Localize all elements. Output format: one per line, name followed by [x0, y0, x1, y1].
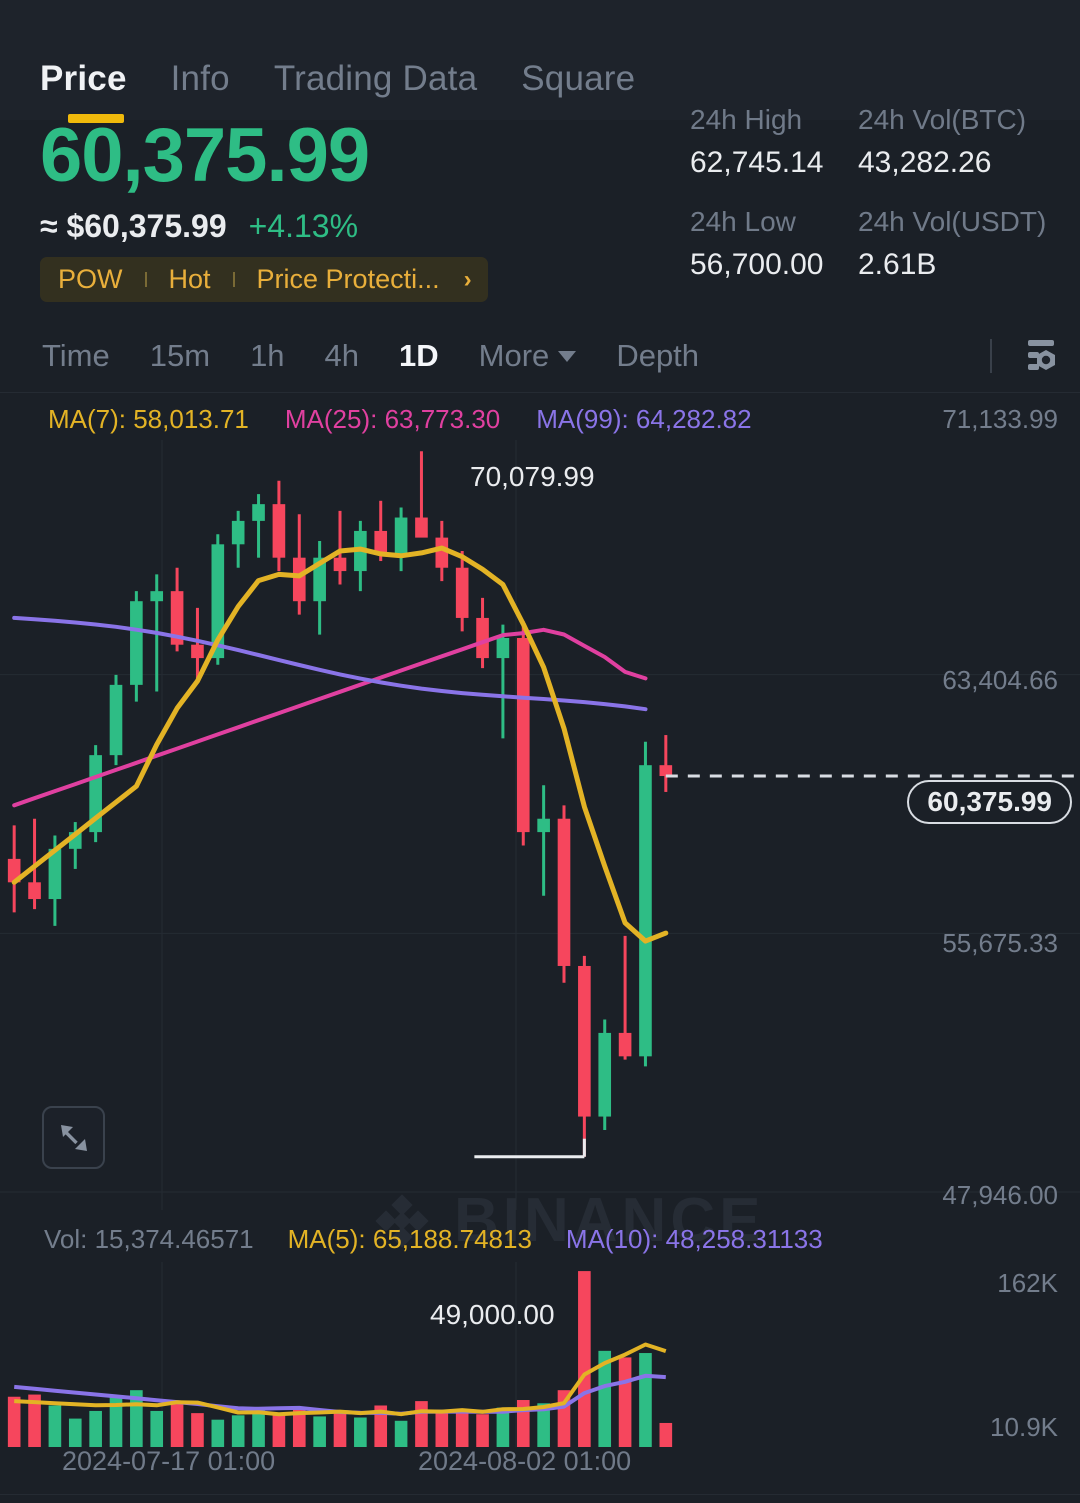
- stat-value: 43,282.26: [858, 146, 992, 179]
- stat-label: 24h High: [690, 104, 803, 135]
- legend-volume: Vol: 15,374.46571: [44, 1223, 254, 1254]
- time-axis: 2024-07-17 01:00 2024-08-02 01:00: [0, 1446, 1080, 1491]
- time-label: 2024-08-02 01:00: [418, 1446, 632, 1476]
- chart-settings-icon[interactable]: [1014, 336, 1058, 376]
- expand-chart-button[interactable]: [42, 1106, 105, 1169]
- status-bar-area: [0, 0, 1080, 38]
- price-chart-svg: [0, 440, 1080, 1210]
- stat-value: 56,700.00: [690, 248, 824, 281]
- legend-ma7: MA(7): 58,013.71: [48, 403, 249, 434]
- volume-axis-label-top: 162K: [997, 1268, 1058, 1298]
- interval-more[interactable]: More: [479, 338, 577, 374]
- tag-separator: [144, 272, 147, 287]
- price-subrow: ≈ $60,375.99 +4.13%: [40, 208, 358, 245]
- interval-bar-right: [990, 320, 1058, 392]
- legend-vol-ma5: MA(5): 65,188.74813: [287, 1223, 532, 1254]
- price-axis-label-3: 55,675.33: [942, 928, 1058, 958]
- interval-15m[interactable]: 15m: [150, 338, 210, 374]
- stat-24h-vol-usdt: 24h Vol(USDT) 2.61B: [858, 206, 1046, 282]
- volume-chart[interactable]: [0, 1262, 1080, 1447]
- active-tab-indicator: [68, 114, 124, 123]
- trading-chart-screen: Price Info Trading Data Square 60,375.99…: [0, 0, 1080, 1503]
- tag-separator: [232, 272, 235, 287]
- tab-square[interactable]: Square: [521, 59, 635, 99]
- usd-equivalent: ≈ $60,375.99: [40, 208, 227, 244]
- stat-24h-low: 24h Low 56,700.00: [690, 206, 823, 282]
- interval-1h[interactable]: 1h: [250, 338, 284, 374]
- tag-pill-bar[interactable]: POW Hot Price Protecti... ›: [40, 257, 488, 302]
- candlestick-chart[interactable]: BINANCE: [0, 440, 1080, 1255]
- time-label: 2024-07-17 01:00: [62, 1446, 276, 1476]
- change-percent: +4.13%: [248, 208, 359, 244]
- interval-time[interactable]: Time: [42, 338, 110, 374]
- volume-axis-label-bottom: 10.9K: [990, 1412, 1058, 1442]
- tab-price[interactable]: Price: [40, 59, 127, 99]
- expand-arrows-icon: [60, 1124, 87, 1151]
- current-price-badge: 60,375.99: [907, 780, 1072, 824]
- interval-more-label: More: [478, 338, 550, 373]
- tab-info[interactable]: Info: [171, 59, 230, 99]
- legend-ma25: MA(25): 63,773.30: [284, 403, 501, 434]
- toolbar-divider: [990, 339, 992, 373]
- interval-bar: Time 15m 1h 4h 1D More Depth: [0, 320, 1080, 392]
- interval-1d[interactable]: 1D: [399, 338, 439, 374]
- interval-4h[interactable]: 4h: [325, 338, 359, 374]
- volume-chart-svg: [7, 1262, 673, 1447]
- stat-label: 24h Vol(USDT): [858, 206, 1047, 237]
- volume-legend: Vol: 15,374.46571 MA(5): 65,188.74813 MA…: [0, 1218, 1080, 1260]
- stat-24h-high: 24h High 62,745.14: [690, 104, 823, 180]
- legend-vol-ma10: MA(10): 48,258.31133: [565, 1223, 823, 1254]
- price-axis-label-4: 47,946.00: [942, 1180, 1058, 1210]
- chevron-right-icon[interactable]: ›: [464, 266, 472, 294]
- tag-hot[interactable]: Hot: [169, 264, 211, 295]
- depth-tab[interactable]: Depth: [616, 338, 699, 374]
- legend-ma99: MA(99): 64,282.82: [536, 403, 752, 434]
- chevron-down-icon: [558, 350, 577, 362]
- stat-24h-vol-btc: 24h Vol(BTC) 43,282.26: [858, 104, 1026, 180]
- tab-trading-data[interactable]: Trading Data: [274, 59, 477, 99]
- stat-label: 24h Vol(BTC): [858, 104, 1027, 135]
- ticker-stats: 24h High 62,745.14 24h Vol(BTC) 43,282.2…: [690, 100, 1080, 300]
- stat-value: 62,745.14: [690, 146, 824, 179]
- ma-legend: MA(7): 58,013.71 MA(25): 63,773.30 MA(99…: [0, 398, 1080, 440]
- price-axis-label-2: 63,404.66: [942, 665, 1058, 695]
- interval-divider: [0, 392, 1080, 393]
- stat-value: 2.61B: [858, 248, 937, 281]
- tag-pow[interactable]: POW: [58, 264, 123, 295]
- high-annotation: 70,079.99: [470, 461, 595, 492]
- price-axis-label-top: 71,133.99: [942, 404, 1058, 434]
- current-price-badge-value: 60,375.99: [927, 786, 1052, 817]
- stat-label: 24h Low: [690, 206, 796, 237]
- bottom-divider: [0, 1494, 1080, 1495]
- tag-price-protection[interactable]: Price Protecti...: [257, 264, 440, 295]
- last-price: 60,375.99: [40, 113, 370, 198]
